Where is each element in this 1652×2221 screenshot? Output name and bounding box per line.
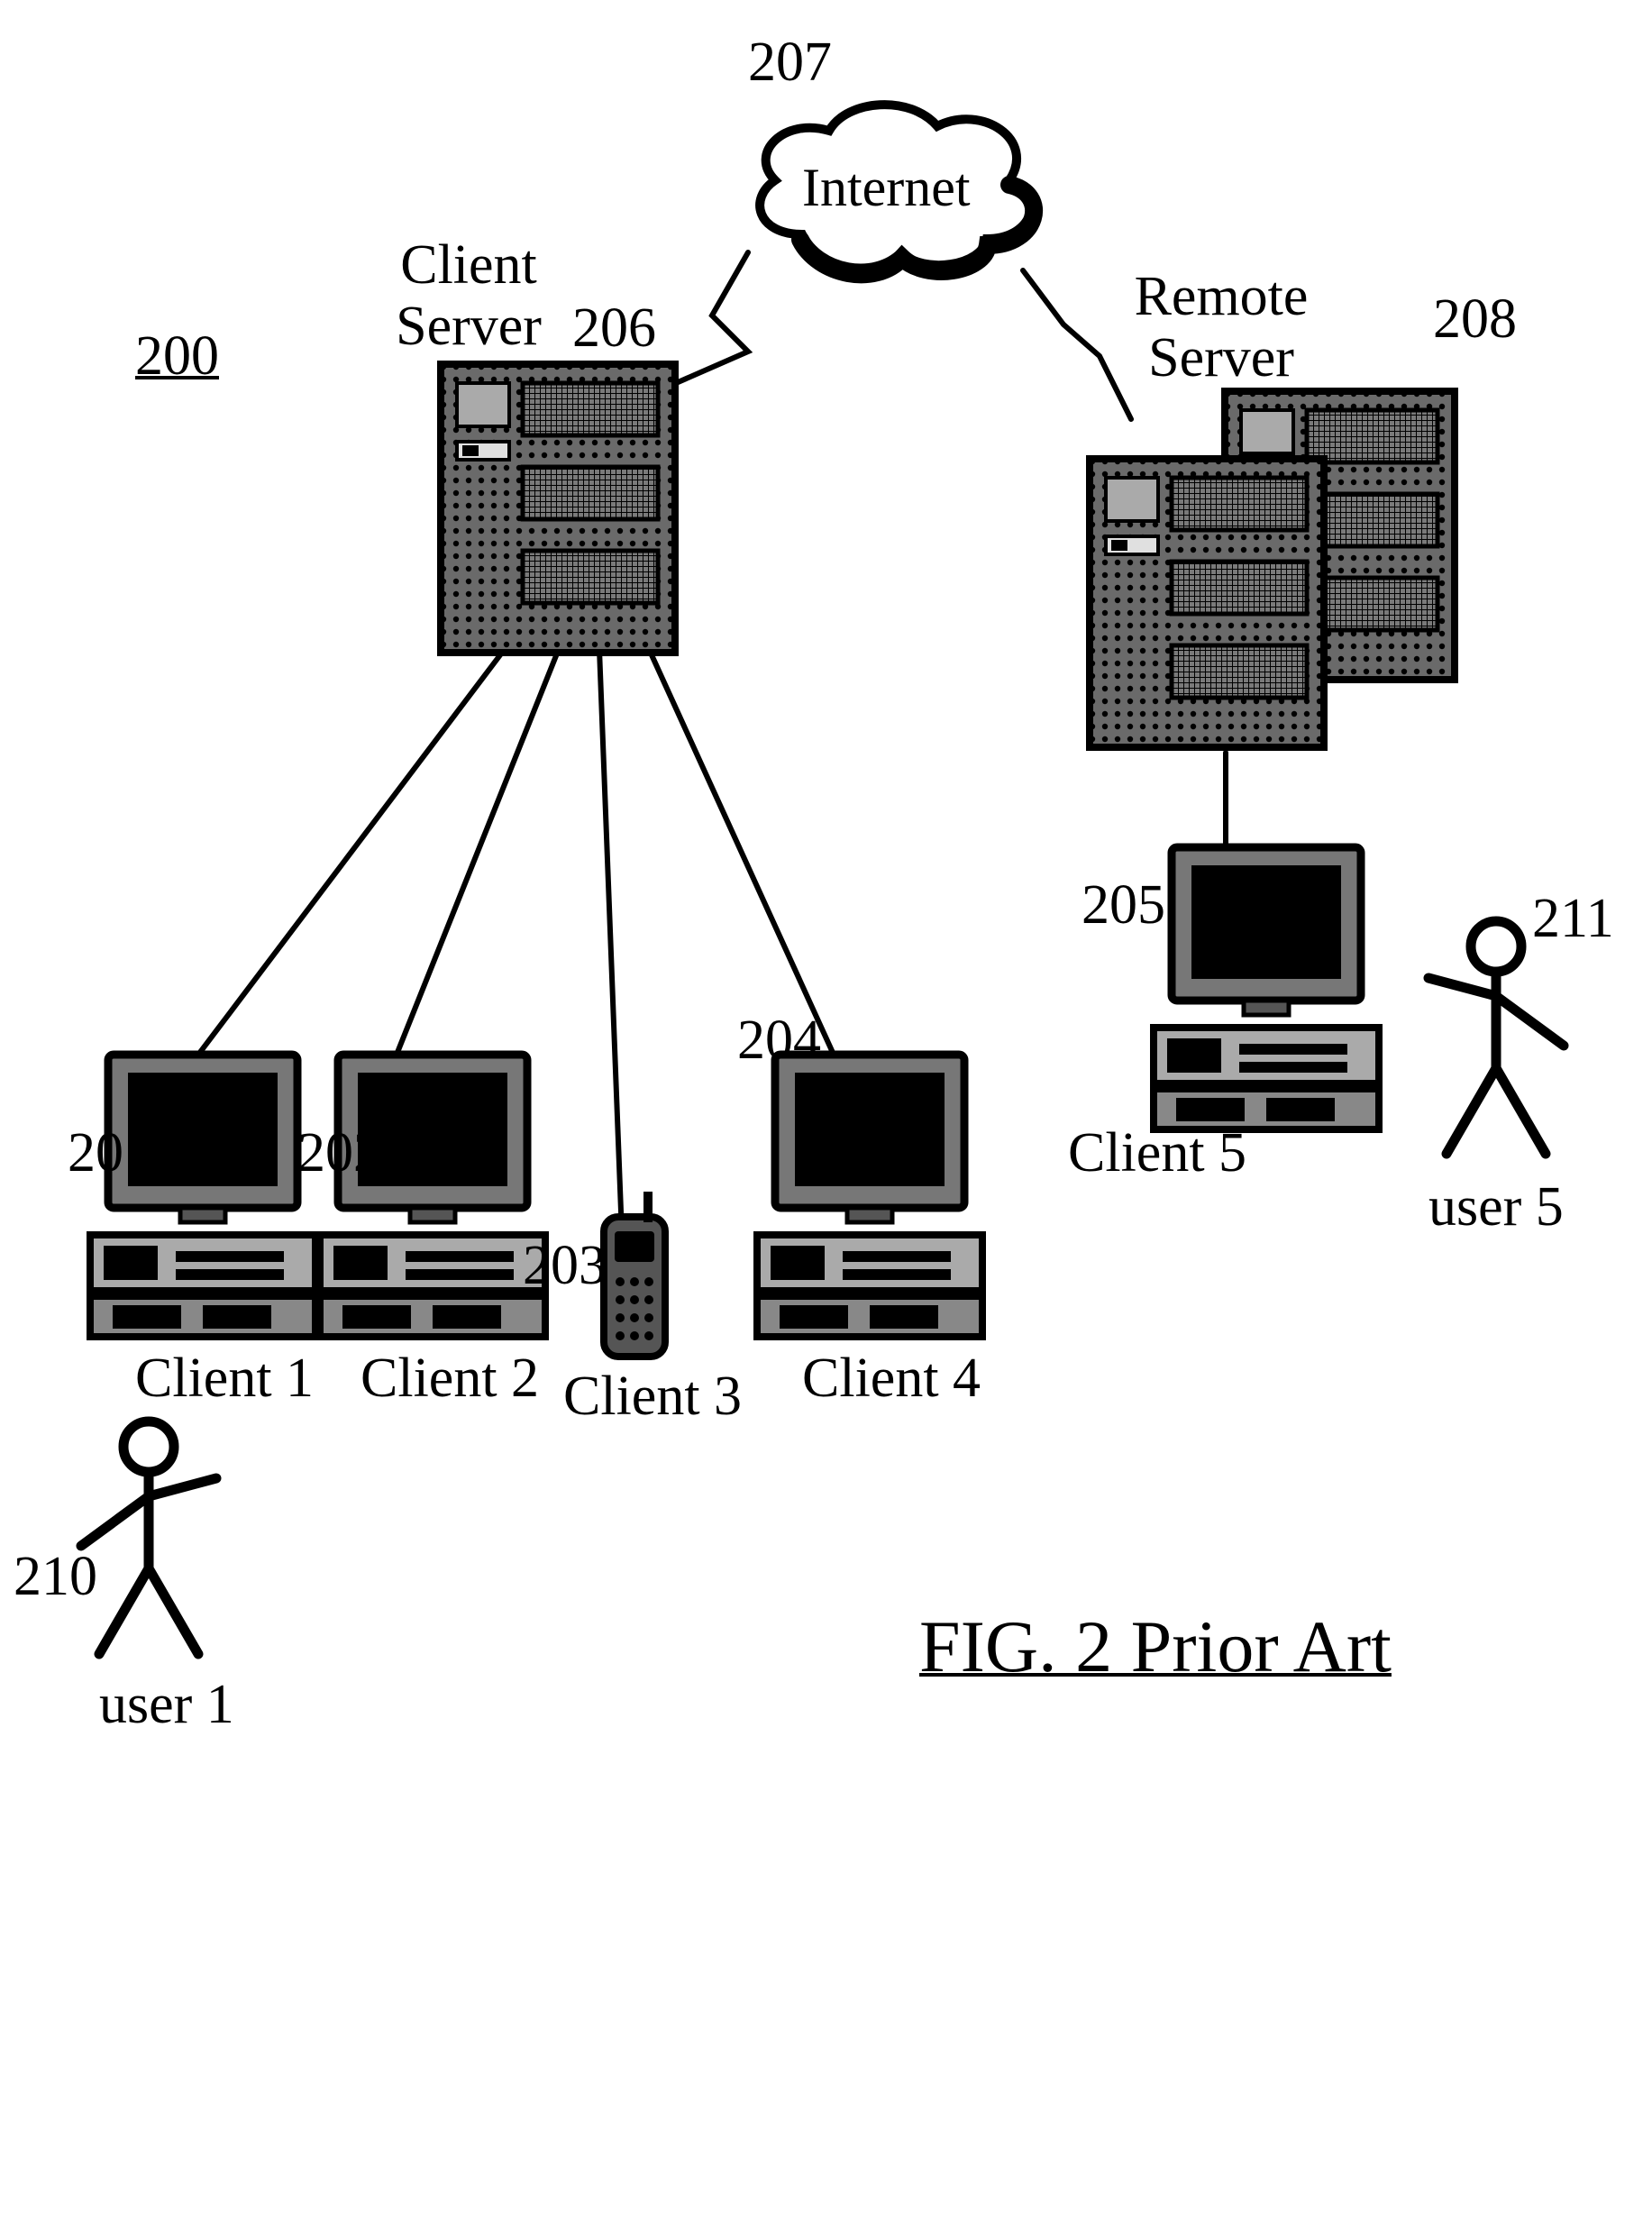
- client-server-icon: [437, 361, 680, 667]
- user-5-icon: [1397, 915, 1595, 1185]
- client-4-label: Client 4: [802, 1348, 981, 1409]
- client-4-icon: [757, 1055, 991, 1352]
- client-2-label: Client 2: [361, 1348, 539, 1409]
- client-server-label: ClientServer: [388, 234, 550, 357]
- client-2-num: 202: [297, 1122, 381, 1184]
- user-5-num: 211: [1532, 888, 1614, 949]
- remote-server-icon: [1086, 388, 1465, 757]
- client-2-icon: [320, 1055, 554, 1352]
- user-5-label: user 5: [1428, 1176, 1564, 1238]
- client-server-num: 206: [572, 297, 656, 359]
- remote-server-num: 208: [1433, 288, 1517, 350]
- client-5-num: 205: [1082, 874, 1165, 936]
- remote-server-label: RemoteServer: [1122, 266, 1320, 388]
- client-5-icon: [1154, 847, 1388, 1145]
- figure-number: 200: [135, 324, 219, 388]
- figure-caption: FIG. 2 Prior Art: [919, 1604, 1392, 1689]
- diagram-canvas: 200 Internet 207 ClientServer: [0, 0, 1652, 2221]
- user-1-num: 210: [14, 1546, 97, 1607]
- client-1-num: 201: [68, 1122, 151, 1184]
- user-1-label: user 1: [99, 1674, 234, 1735]
- internet-num: 207: [748, 32, 832, 93]
- internet-label: Internet: [802, 158, 971, 217]
- client-1-icon: [90, 1055, 324, 1352]
- client-3-num: 203: [523, 1235, 607, 1296]
- client-5-label: Client 5: [1068, 1122, 1246, 1184]
- client-3-label: Client 3: [563, 1366, 742, 1427]
- client-4-num: 204: [737, 1010, 821, 1071]
- client-1-label: Client 1: [135, 1348, 314, 1409]
